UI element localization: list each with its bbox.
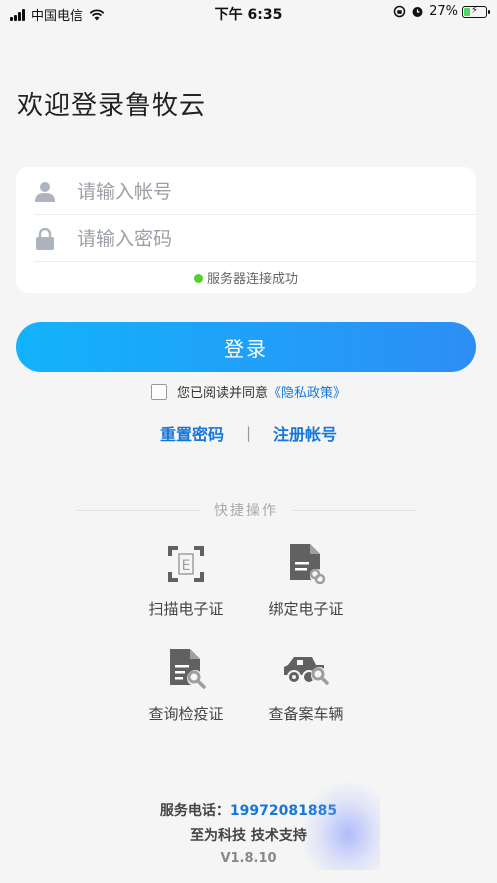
account-input[interactable] bbox=[77, 171, 437, 212]
quick-actions-label: 快捷操作 bbox=[214, 503, 278, 519]
service-phone-label: 服务电话： bbox=[159, 803, 230, 819]
password-input[interactable] bbox=[77, 218, 437, 259]
login-card: 服务器连接成功 bbox=[16, 167, 476, 293]
divider bbox=[76, 509, 200, 511]
svg-text:E: E bbox=[182, 558, 191, 574]
orientation-lock-icon bbox=[393, 5, 406, 18]
battery-fill bbox=[464, 7, 470, 16]
server-status: 服务器连接成功 bbox=[16, 268, 476, 287]
status-bar: 中国电信 下午 6:35 27% ⚡ bbox=[0, 0, 497, 26]
quick-action-label: 绑定电子证 bbox=[268, 600, 344, 618]
service-phone-number[interactable]: 19972081885 bbox=[230, 803, 337, 819]
quick-action-scan[interactable]: E 扫描电子证 bbox=[126, 540, 246, 619]
quick-action-bind[interactable]: 绑定电子证 bbox=[246, 540, 366, 619]
password-field bbox=[34, 216, 476, 262]
quick-action-query[interactable]: 查询检疫证 bbox=[126, 645, 246, 724]
account-links: 重置密码 | 注册帐号 bbox=[0, 421, 497, 445]
privacy-policy-link[interactable]: 《隐私政策》 bbox=[268, 382, 346, 401]
quick-action-label: 查询检疫证 bbox=[148, 705, 224, 723]
quick-actions-title: 快捷操作 bbox=[76, 500, 416, 520]
server-status-text: 服务器连接成功 bbox=[206, 272, 298, 287]
tech-support: 至为科技 技术支持 bbox=[190, 828, 307, 844]
link-separator: | bbox=[245, 424, 252, 442]
status-right: 27% ⚡ bbox=[393, 4, 490, 19]
divider bbox=[292, 509, 416, 511]
page-title: 欢迎登录鲁牧云 bbox=[17, 91, 207, 121]
login-button[interactable]: 登录 bbox=[16, 322, 476, 372]
status-dot-icon bbox=[193, 274, 203, 283]
vehicle-search-icon bbox=[284, 657, 329, 685]
privacy-agree-text: 您已阅读并同意 bbox=[176, 386, 268, 401]
document-search-icon bbox=[170, 649, 206, 689]
user-icon bbox=[34, 181, 56, 203]
account-field bbox=[34, 169, 476, 215]
charging-bolt-icon: ⚡ bbox=[471, 4, 479, 16]
service-phone: 服务电话：19972081885 bbox=[0, 800, 497, 820]
quick-action-label: 查备案车辆 bbox=[268, 705, 344, 723]
battery-icon: ⚡ bbox=[462, 4, 490, 18]
privacy-agreement: 您已阅读并同意 《隐私政策》 bbox=[0, 382, 497, 401]
battery-percent: 27% bbox=[429, 4, 458, 19]
lock-icon bbox=[34, 227, 56, 250]
privacy-checkbox[interactable] bbox=[150, 383, 167, 400]
document-link-icon bbox=[290, 544, 326, 585]
alarm-icon bbox=[412, 7, 423, 17]
reset-password-link[interactable]: 重置密码 bbox=[160, 421, 224, 445]
quick-action-label: 扫描电子证 bbox=[148, 600, 224, 618]
register-link[interactable]: 注册帐号 bbox=[273, 421, 337, 445]
app-version: V1.8.10 bbox=[220, 851, 277, 866]
quick-action-vehicle[interactable]: 查备案车辆 bbox=[246, 645, 366, 724]
scan-icon: E bbox=[168, 546, 204, 582]
